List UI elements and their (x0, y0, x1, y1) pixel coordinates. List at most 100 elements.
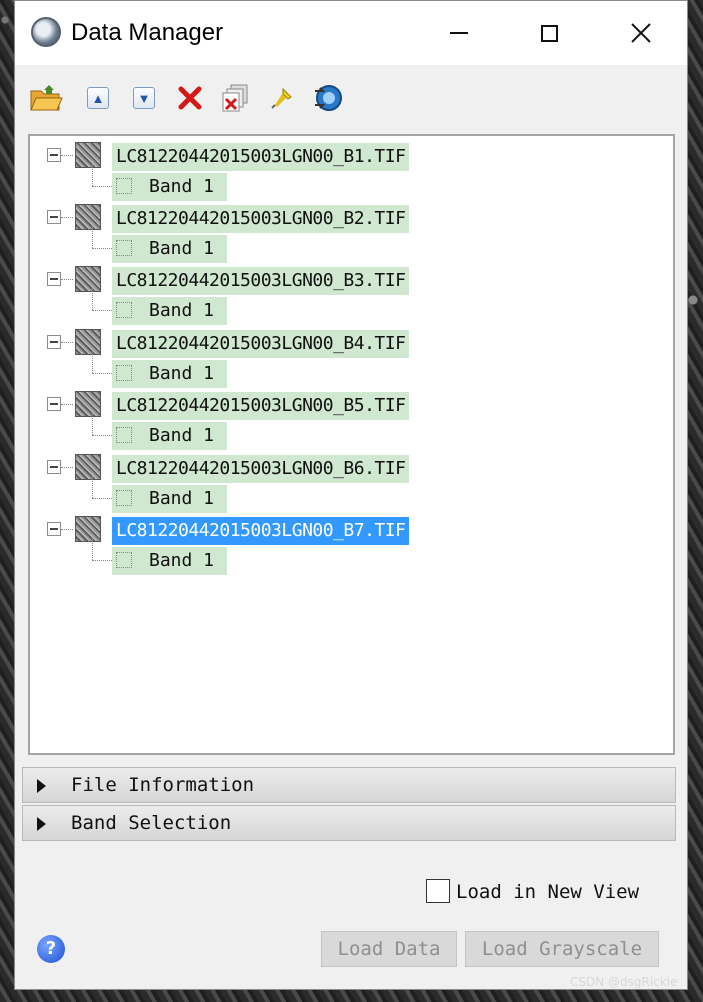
load-data-button[interactable]: Load Data (321, 931, 457, 967)
maximize-button[interactable] (526, 11, 572, 55)
load-new-view-checkbox[interactable] (426, 879, 450, 903)
raster-file-icon (75, 391, 101, 417)
tree-band-node[interactable]: Band 1 (30, 538, 673, 575)
band-icon (116, 365, 132, 381)
collapse-icon[interactable] (47, 335, 61, 349)
file-label-selected[interactable]: LC81220442015003LGN00_B7.TIF (112, 517, 410, 545)
tree-connector (92, 560, 114, 561)
remove-icon (178, 86, 202, 110)
move-down-icon: ▼ (133, 87, 155, 109)
band-icon (116, 427, 132, 443)
file-label[interactable]: LC81220442015003LGN00_B2.TIF (112, 205, 410, 233)
tree-file-node[interactable]: LC81220442015003LGN00_B2.TIF (30, 202, 673, 233)
raster-file-icon (75, 204, 101, 230)
raster-file-icon (75, 454, 101, 480)
tree-connector (92, 413, 93, 435)
open-folder-icon (30, 85, 63, 111)
sync-view-icon (315, 85, 342, 111)
tree-file-node[interactable]: LC81220442015003LGN00_B1.TIF (30, 140, 673, 171)
file-label[interactable]: LC81220442015003LGN00_B6.TIF (112, 455, 410, 483)
tree-connector (61, 467, 73, 468)
tree-file-node[interactable]: LC81220442015003LGN00_B4.TIF (30, 327, 673, 358)
expand-arrow-icon (37, 779, 46, 793)
collapse-icon[interactable] (47, 272, 61, 286)
collapse-icon[interactable] (47, 460, 61, 474)
raster-file-icon (75, 142, 101, 168)
toolbar: ▲ ▼ (15, 65, 687, 131)
tree-file-node[interactable]: LC81220442015003LGN00_B5.TIF (30, 389, 673, 420)
section-label: Band Selection (71, 812, 232, 834)
layer-tree[interactable]: LC81220442015003LGN00_B1.TIF Band 1 LC81… (28, 134, 675, 755)
section-label: File Information (71, 774, 255, 796)
tree-connector (92, 164, 93, 186)
tree-connector (92, 226, 93, 248)
watermark: CSDN @dsgRickie (570, 975, 678, 989)
close-all-button[interactable] (219, 81, 253, 115)
file-information-section[interactable]: File Information (22, 767, 676, 803)
tree-connector (61, 217, 73, 218)
expand-arrow-icon (37, 817, 46, 831)
collapse-icon[interactable] (47, 397, 61, 411)
pin-icon (271, 87, 292, 109)
load-grayscale-button[interactable]: Load Grayscale (465, 931, 659, 967)
app-icon (31, 17, 61, 47)
tree-connector (92, 351, 93, 373)
tree-band-node[interactable]: Band 1 (30, 288, 673, 325)
band-icon (116, 490, 132, 506)
tree-connector (61, 342, 73, 343)
raster-file-icon (75, 266, 101, 292)
tree-connector (92, 288, 93, 310)
tree-file-node-selected[interactable]: LC81220442015003LGN00_B7.TIF (30, 514, 673, 545)
tree-connector (61, 404, 73, 405)
file-label[interactable]: LC81220442015003LGN00_B3.TIF (112, 267, 410, 295)
tree-connector (92, 186, 114, 187)
close-all-icon (222, 84, 248, 112)
pin-button[interactable] (265, 81, 299, 115)
band-icon (116, 240, 132, 256)
sync-view-button[interactable] (311, 81, 345, 115)
title-bar: Data Manager (15, 1, 687, 65)
collapse-icon[interactable] (47, 522, 61, 536)
tree-band-node[interactable]: Band 1 (30, 164, 673, 201)
file-label[interactable]: LC81220442015003LGN00_B4.TIF (112, 330, 410, 358)
band-icon (116, 302, 132, 318)
remove-button[interactable] (173, 81, 207, 115)
tree-band-node[interactable]: Band 1 (30, 351, 673, 388)
band-selection-section[interactable]: Band Selection (22, 805, 676, 841)
maximize-icon (540, 24, 558, 42)
file-label[interactable]: LC81220442015003LGN00_B5.TIF (112, 392, 410, 420)
tree-connector (92, 310, 114, 311)
tree-connector (92, 498, 114, 499)
open-file-button[interactable] (29, 81, 63, 115)
move-down-button[interactable]: ▼ (127, 81, 161, 115)
minimize-button[interactable] (436, 11, 482, 55)
close-button[interactable] (618, 11, 664, 55)
collapse-icon[interactable] (47, 210, 61, 224)
tree-connector (61, 529, 73, 530)
tree-file-node[interactable]: LC81220442015003LGN00_B3.TIF (30, 264, 673, 295)
load-new-view-label[interactable]: Load in New View (456, 877, 639, 907)
help-icon[interactable]: ? (37, 935, 65, 963)
tree-file-node[interactable]: LC81220442015003LGN00_B6.TIF (30, 452, 673, 483)
file-label[interactable]: LC81220442015003LGN00_B1.TIF (112, 143, 410, 171)
tree-connector (61, 155, 73, 156)
tree-connector (92, 248, 114, 249)
move-up-icon: ▲ (87, 87, 109, 109)
window-title: Data Manager (71, 19, 224, 46)
raster-file-icon (75, 329, 101, 355)
tree-connector (92, 373, 114, 374)
tree-band-node[interactable]: Band 1 (30, 413, 673, 450)
tree-connector (92, 538, 93, 560)
tree-connector (92, 435, 114, 436)
close-icon (631, 23, 651, 43)
raster-file-icon (75, 516, 101, 542)
band-icon (116, 552, 132, 568)
tree-band-node[interactable]: Band 1 (30, 226, 673, 263)
move-up-button[interactable]: ▲ (81, 81, 115, 115)
collapse-icon[interactable] (47, 148, 61, 162)
tree-connector (61, 279, 73, 280)
tree-connector (92, 476, 93, 498)
band-icon (116, 178, 132, 194)
minimize-icon (450, 32, 468, 34)
tree-band-node[interactable]: Band 1 (30, 476, 673, 513)
